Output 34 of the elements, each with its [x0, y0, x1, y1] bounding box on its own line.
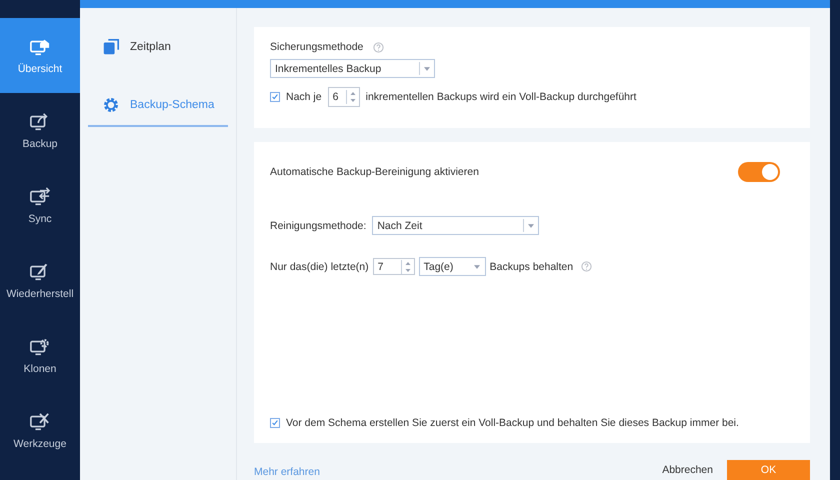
- field-label: Reinigungsmethode:: [270, 220, 366, 232]
- stacked-squares-icon: [102, 38, 120, 56]
- nav-item[interactable]: Wiederherstell: [0, 243, 80, 318]
- field-label: Backups behalten: [490, 260, 574, 272]
- method-dropdown[interactable]: Inkrementelles Backup: [270, 59, 435, 78]
- field-label: Nur das(die) letzte(n): [270, 260, 369, 272]
- nav-item[interactable]: Werkzeuge: [0, 393, 80, 468]
- caret-icon: [528, 224, 534, 228]
- gear-icon: [102, 96, 120, 114]
- help-icon[interactable]: [581, 261, 592, 272]
- option-label: inkrementellen Backups wird ein Voll-Backup durchgeführt: [366, 91, 636, 103]
- nav-item[interactable]: Übersicht: [0, 18, 80, 93]
- nav-item[interactable]: Sync: [0, 168, 80, 243]
- nav-item[interactable]: Backup: [0, 93, 80, 168]
- help-icon[interactable]: [373, 42, 384, 52]
- field-label: Sicherungsmethode: [270, 41, 364, 53]
- toggle-label: Automatische Backup-Bereinigung aktivieren: [270, 166, 479, 178]
- nav-item[interactable]: Klonen: [0, 318, 80, 393]
- caret-icon: [424, 66, 430, 70]
- toggle-switch[interactable]: [738, 162, 780, 182]
- monitor-sync-icon: [29, 186, 51, 206]
- caret-icon: [474, 264, 480, 268]
- number-spinner[interactable]: 7: [372, 258, 415, 275]
- cancel-button[interactable]: Abbrechen: [656, 463, 719, 477]
- checkbox[interactable]: [270, 92, 280, 102]
- subnav-tab[interactable]: Zeitplan: [88, 27, 228, 67]
- option-label: Vor dem Schema erstellen Sie zuerst ein Voll-Backup und behalten Sie dieses Backup immer bei.: [286, 417, 739, 429]
- cleanup-method-dropdown[interactable]: Nach Zeit: [372, 216, 540, 235]
- option-label: Nach je: [286, 91, 322, 103]
- checkbox[interactable]: [270, 418, 280, 428]
- number-spinner[interactable]: 6: [328, 87, 360, 107]
- monitor-gear-icon: [29, 336, 51, 356]
- unit-dropdown[interactable]: Tag(e): [418, 257, 486, 276]
- monitor-tools-icon: [29, 412, 51, 432]
